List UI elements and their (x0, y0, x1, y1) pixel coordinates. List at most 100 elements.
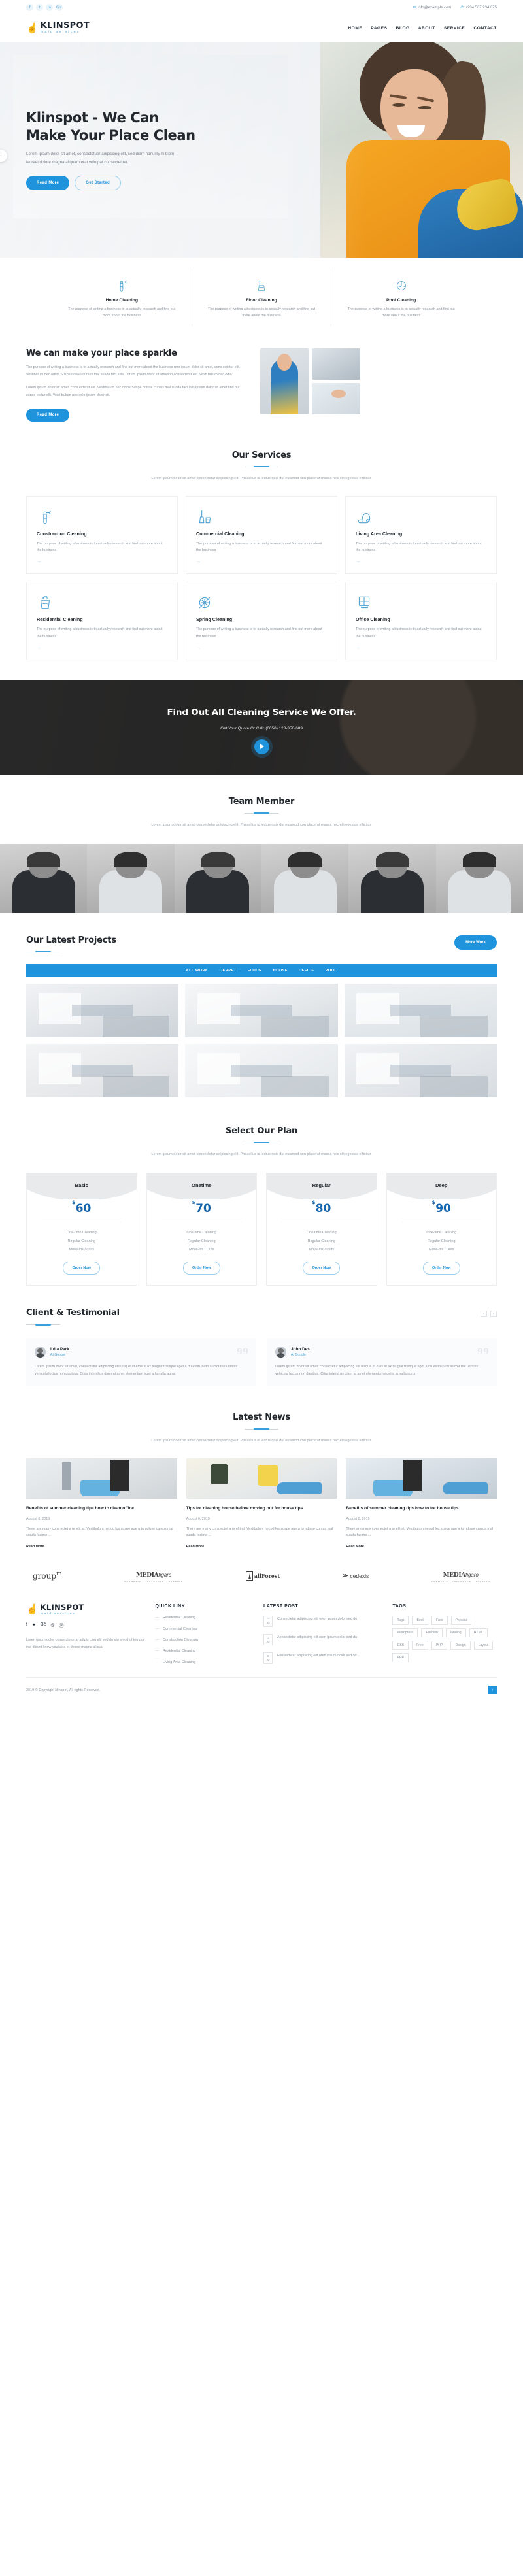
footer-tag[interactable]: Best (412, 1616, 428, 1626)
project-tab-floor[interactable]: FLOOR (248, 969, 262, 973)
footer-latest-post-item[interactable]: 9 JU Fonsectetur adipiscing elit oren ips… (263, 1652, 383, 1664)
feature-card[interactable]: Home Cleaning The purpose of writing a b… (52, 268, 192, 326)
news-card[interactable]: Benefits of summer cleaning tips how to … (346, 1458, 497, 1548)
service-arrow-icon[interactable]: → (37, 646, 167, 650)
footer-latest-post-item[interactable]: 14 JU Aonsectetur adipiscing elit oren ip… (263, 1634, 383, 1646)
testimonial-prev-button[interactable]: ‹ (481, 1311, 487, 1318)
news-card[interactable]: Benefits of summer cleaning tips how to … (26, 1458, 177, 1548)
service-arrow-icon[interactable]: → (37, 560, 167, 564)
order-now-button[interactable]: Order Now (422, 1262, 460, 1275)
feature-card[interactable]: Floor Cleaning The purpose of writing a … (192, 268, 332, 326)
news-post-date: August 6, 2019 (346, 1516, 370, 1521)
top-email[interactable]: ✉ info@example.com (413, 5, 451, 10)
service-card[interactable]: Office Cleaning The purpose of writing a… (345, 582, 497, 660)
arrow-up-icon[interactable]: ↑ (488, 1686, 497, 1695)
news-divider (245, 1428, 278, 1431)
nav-item-blog[interactable]: BLOG (396, 26, 410, 31)
footer-tag[interactable]: Popular (450, 1616, 472, 1626)
footer-quicklink-item[interactable]: — Commercial Cleaning (155, 1627, 254, 1631)
nav-item-about[interactable]: ABOUT (418, 26, 435, 31)
twitter-icon[interactable]: ✦ (32, 1622, 36, 1629)
nav-item-pages[interactable]: PAGES (371, 26, 387, 31)
service-card[interactable]: Spring Cleaning The purpose of writing a… (186, 582, 337, 660)
service-arrow-icon[interactable]: → (196, 560, 327, 564)
footer-brand-logo[interactable]: ☝ KLINSPOT maid services (26, 1604, 146, 1616)
play-icon[interactable] (254, 739, 269, 754)
service-card[interactable]: Commercial Cleaning The purpose of writi… (186, 495, 337, 575)
project-tab-house[interactable]: HOUSE (273, 969, 288, 973)
team-member-card[interactable] (174, 843, 262, 913)
order-now-button[interactable]: Order Now (303, 1262, 341, 1275)
service-title: Commercial Cleaning (196, 530, 245, 537)
news-card[interactable]: Tips for cleaning house before moving ou… (186, 1458, 337, 1548)
hero-read-more-button[interactable]: Read More (26, 176, 70, 191)
nav-item-service[interactable]: SERVICE (444, 26, 465, 31)
google-plus-icon[interactable]: G+ (56, 3, 63, 11)
service-arrow-icon[interactable]: → (356, 646, 486, 650)
news-post-title[interactable]: Benefits of summer cleaning tips how to … (346, 1505, 497, 1513)
project-thumbnail[interactable] (26, 983, 179, 1037)
service-arrow-icon[interactable]: → (196, 646, 327, 650)
footer-tag[interactable]: Fashion (421, 1628, 443, 1638)
team-member-card[interactable] (0, 843, 88, 913)
footer-quicklink-item[interactable]: — Residential Cleaning (155, 1649, 254, 1653)
testimonial-next-button[interactable]: › (490, 1311, 497, 1318)
service-card[interactable]: Constraction Cleaning The purpose of wri… (26, 495, 178, 575)
footer-tag[interactable]: Free (412, 1641, 428, 1650)
footer-tag[interactable]: HTML (469, 1628, 488, 1638)
more-work-button[interactable]: More Work (454, 935, 497, 950)
instagram-icon[interactable]: ◎ (50, 1622, 54, 1629)
footer-tag[interactable]: CSS (392, 1641, 409, 1650)
team-member-card[interactable] (435, 843, 523, 913)
facebook-icon[interactable]: f (26, 3, 33, 11)
top-phone[interactable]: ✆ +234 567 234 875 (460, 5, 497, 10)
linkedin-icon[interactable]: in (46, 3, 53, 11)
team-member-card[interactable] (348, 843, 436, 913)
footer-quicklink-item[interactable]: — Living Area Cleaning (155, 1660, 254, 1664)
project-thumbnail[interactable] (185, 983, 338, 1037)
news-read-more-link[interactable]: Read More (186, 1545, 337, 1548)
project-tab-pool[interactable]: POOL (326, 969, 337, 973)
twitter-icon[interactable]: t (36, 3, 43, 11)
footer-tag[interactable]: PHP (431, 1641, 448, 1650)
footer-tag[interactable]: PHP (392, 1653, 409, 1663)
project-thumbnail[interactable] (344, 1043, 497, 1097)
project-tab-carpet[interactable]: CARPET (220, 969, 237, 973)
team-member-card[interactable] (87, 843, 175, 913)
footer-tag[interactable]: landing (445, 1628, 466, 1638)
nav-item-home[interactable]: HOME (348, 26, 362, 31)
hero-get-started-button[interactable]: Get Started (75, 176, 122, 191)
project-thumbnail[interactable] (26, 1043, 179, 1097)
order-now-button[interactable]: Order Now (182, 1262, 220, 1275)
brand-logo[interactable]: ☝ KLINSPOT maid services (26, 22, 90, 35)
news-read-more-link[interactable]: Read More (346, 1545, 497, 1548)
nav-item-contact[interactable]: CONTACT (474, 26, 498, 31)
footer-tag[interactable]: Design (450, 1641, 471, 1650)
project-thumbnail[interactable] (185, 1043, 338, 1097)
team-member-card[interactable] (261, 843, 349, 913)
news-read-more-link[interactable]: Read More (26, 1545, 177, 1548)
dash-icon: — (155, 1616, 159, 1620)
pinterest-icon[interactable]: Ⓟ (59, 1622, 64, 1629)
plan-feature: Move-ins / Outs (188, 1247, 214, 1252)
service-arrow-icon[interactable]: → (356, 560, 486, 564)
feature-card[interactable]: Pool Cleaning The purpose of writing a b… (331, 268, 471, 326)
project-thumbnail[interactable] (344, 983, 497, 1037)
footer-latest-post-item[interactable]: 17 JU Consectetur adipiscing elit oren ip… (263, 1616, 383, 1628)
news-post-title[interactable]: Benefits of summer cleaning tips how to … (26, 1505, 177, 1513)
footer-quicklink-item[interactable]: — Constraction Cleaning (155, 1638, 254, 1642)
news-post-title[interactable]: Tips for cleaning house before moving ou… (186, 1505, 337, 1513)
order-now-button[interactable]: Order Now (63, 1262, 101, 1275)
footer-quicklink-item[interactable]: — Residential Cleaning (155, 1616, 254, 1620)
footer-tag[interactable]: Free (431, 1616, 448, 1626)
footer-tag[interactable]: Wordpress (392, 1628, 418, 1638)
footer-tag[interactable]: Layout (473, 1641, 494, 1650)
facebook-icon[interactable]: f (26, 1622, 27, 1629)
project-tab-all-work[interactable]: ALL WORK (186, 969, 209, 973)
project-tab-office[interactable]: OFFICE (299, 969, 314, 973)
sparkle-read-more-button[interactable]: Read More (26, 408, 70, 422)
behance-icon[interactable]: Bē (41, 1622, 46, 1629)
footer-tag[interactable]: Tags (392, 1616, 409, 1626)
service-card[interactable]: Living Area Cleaning The purpose of writ… (345, 495, 497, 575)
service-card[interactable]: Residential Cleaning The purpose of writ… (26, 582, 178, 660)
